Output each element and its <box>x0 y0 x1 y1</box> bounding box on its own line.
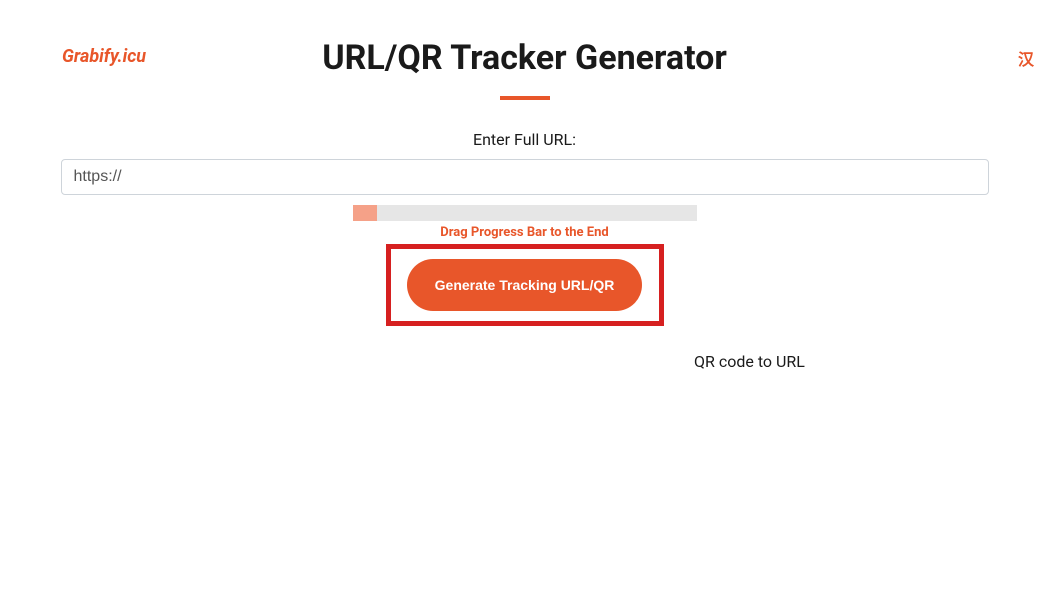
progress-hint-text: Drag Progress Bar to the End <box>353 225 697 240</box>
progress-track[interactable] <box>353 205 697 221</box>
title-underline <box>500 96 550 100</box>
page-title: URL/QR Tracker Generator <box>0 38 1049 78</box>
language-toggle[interactable]: 汉 <box>1018 46 1034 70</box>
url-input-label: Enter Full URL: <box>0 130 1049 149</box>
brand-logo[interactable]: Grabify.icu <box>62 46 146 67</box>
generate-button[interactable]: Generate Tracking URL/QR <box>407 259 643 311</box>
progress-handle[interactable] <box>353 205 377 221</box>
url-input[interactable] <box>61 159 989 195</box>
generate-button-highlight: Generate Tracking URL/QR <box>386 244 664 326</box>
progress-bar-container: Drag Progress Bar to the End <box>353 205 697 240</box>
qr-to-url-link[interactable]: QR code to URL <box>694 352 805 371</box>
